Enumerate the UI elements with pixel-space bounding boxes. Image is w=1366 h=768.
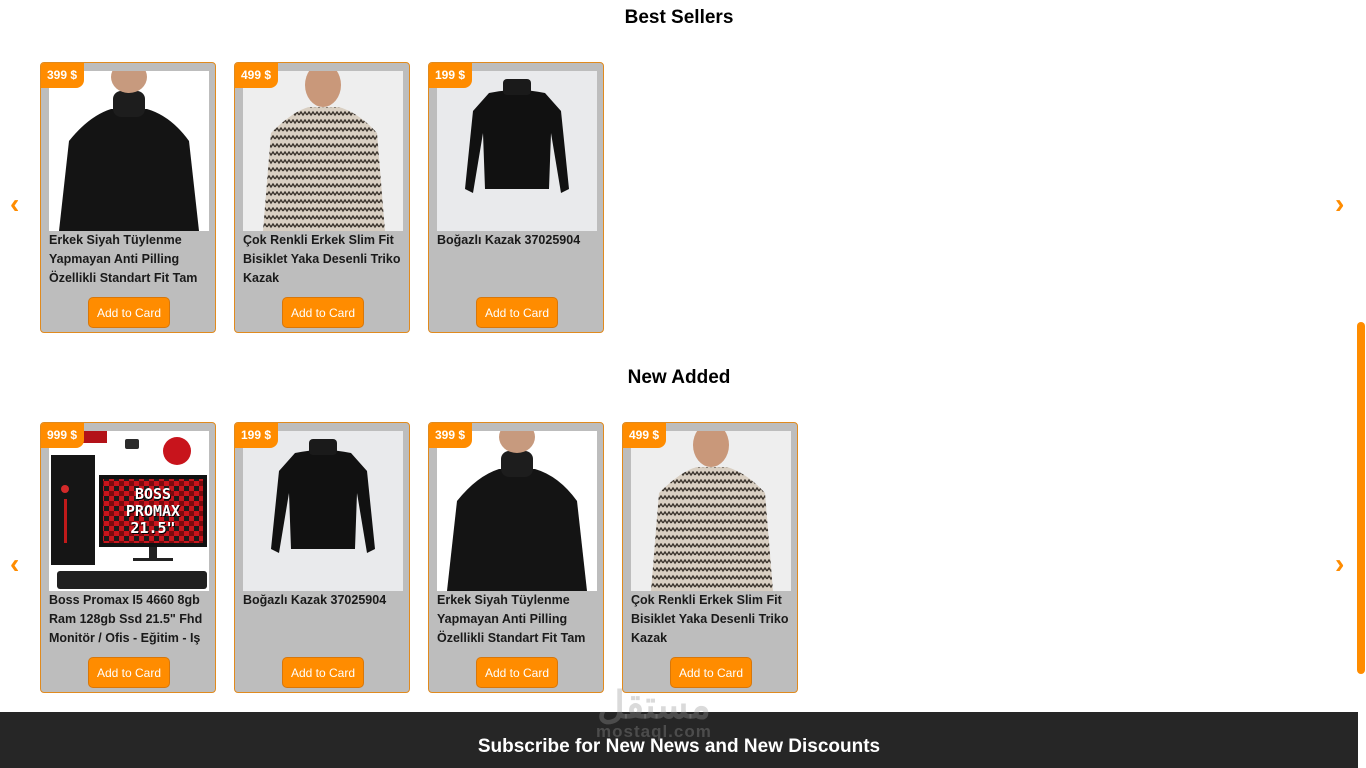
product-card[interactable]: 499 $ Çok Renkli Erkek Slim Fit Bisiklet… [622, 422, 798, 693]
new-added-prev-arrow[interactable]: ‹ [10, 550, 19, 578]
add-to-card-button[interactable]: Add to Card [88, 297, 170, 328]
add-to-card-button[interactable]: Add to Card [476, 657, 558, 688]
product-image[interactable] [437, 71, 597, 231]
product-card[interactable]: 199 $ Boğazlı Kazak 37025904 Add to Card [428, 62, 604, 333]
product-image[interactable]: BOSS PROMAX 21.5" [49, 431, 209, 591]
product-card[interactable]: 399 $ Erkek Siyah Tüylenme Yapmayan Anti… [428, 422, 604, 693]
watermark-logo: مستقل [597, 685, 711, 727]
product-card[interactable]: 499 $ Çok Renkli Erkek Slim Fit Bisiklet… [234, 62, 410, 333]
add-to-card-button[interactable]: Add to Card [88, 657, 170, 688]
add-to-card-button[interactable]: Add to Card [282, 297, 364, 328]
price-badge: 399 $ [41, 63, 85, 88]
price-badge: 199 $ [429, 63, 473, 88]
product-name[interactable]: Boğazlı Kazak 37025904 [437, 231, 599, 288]
product-name[interactable]: Çok Renkli Erkek Slim Fit Bisiklet Yaka … [631, 591, 793, 648]
price-badge: 499 $ [623, 423, 667, 448]
product-name[interactable]: Erkek Siyah Tüylenme Yapmayan Anti Pilli… [49, 231, 211, 288]
product-image[interactable] [437, 431, 597, 591]
add-to-card-button[interactable]: Add to Card [282, 657, 364, 688]
product-image[interactable] [49, 71, 209, 231]
product-name[interactable]: Erkek Siyah Tüylenme Yapmayan Anti Pilli… [437, 591, 599, 648]
best-sellers-title: Best Sellers [624, 7, 734, 28]
product-image[interactable] [243, 431, 403, 591]
product-image[interactable] [243, 71, 403, 231]
product-name[interactable]: Çok Renkli Erkek Slim Fit Bisiklet Yaka … [243, 231, 405, 288]
product-image[interactable] [631, 431, 791, 591]
product-card[interactable]: 399 $ Erkek Siyah Tüylenme Yapmayan Anti… [40, 62, 216, 333]
price-badge: 399 $ [429, 423, 473, 448]
watermark: مستقل mostaql.com [596, 685, 712, 741]
best-sellers-next-arrow[interactable]: › [1335, 190, 1344, 218]
product-name[interactable]: Boss Promax I5 4660 8gb Ram 128gb Ssd 21… [49, 591, 211, 648]
new-added-next-arrow[interactable]: › [1335, 550, 1344, 578]
product-card[interactable]: 199 $ Boğazlı Kazak 37025904 Add to Card [234, 422, 410, 693]
page-scrollbar[interactable] [1357, 322, 1365, 674]
price-badge: 999 $ [41, 423, 85, 448]
product-name[interactable]: Boğazlı Kazak 37025904 [243, 591, 405, 648]
new-added-title: New Added [627, 367, 731, 388]
price-badge: 199 $ [235, 423, 279, 448]
watermark-url: mostaql.com [596, 722, 712, 741]
product-image-text: BOSS PROMAX 21.5" [125, 484, 181, 537]
price-badge: 499 $ [235, 63, 279, 88]
add-to-card-button[interactable]: Add to Card [476, 297, 558, 328]
product-card[interactable]: BOSS PROMAX 21.5" 999 $ Boss Promax I5 4… [40, 422, 216, 693]
best-sellers-prev-arrow[interactable]: ‹ [10, 190, 19, 218]
add-to-card-button[interactable]: Add to Card [670, 657, 752, 688]
